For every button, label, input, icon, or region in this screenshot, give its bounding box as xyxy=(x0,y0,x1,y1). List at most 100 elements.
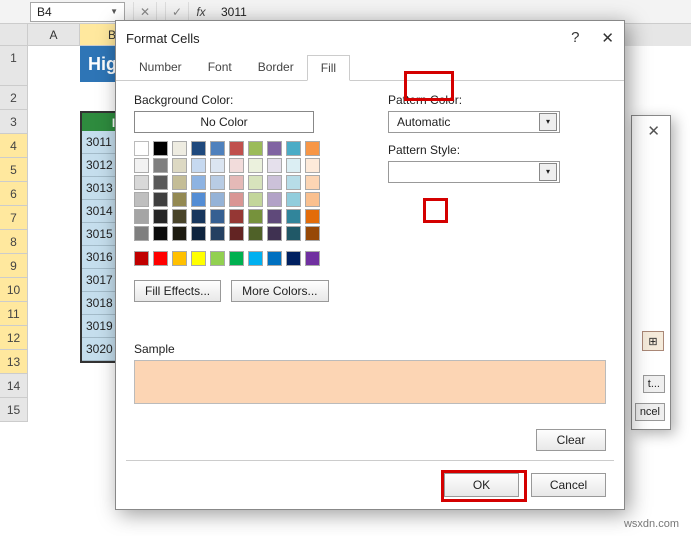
color-swatch[interactable] xyxy=(172,251,187,266)
color-swatch[interactable] xyxy=(134,226,149,241)
color-swatch[interactable] xyxy=(191,158,206,173)
color-swatch[interactable] xyxy=(172,192,187,207)
chevron-down-icon[interactable]: ▾ xyxy=(539,163,557,181)
color-swatch[interactable] xyxy=(286,209,301,224)
color-swatch[interactable] xyxy=(210,226,225,241)
color-swatch[interactable] xyxy=(248,192,263,207)
color-swatch[interactable] xyxy=(305,209,320,224)
color-swatch[interactable] xyxy=(229,141,244,156)
row-header-3[interactable]: 3 xyxy=(0,110,28,134)
color-swatch[interactable] xyxy=(191,226,206,241)
row-header-6[interactable]: 6 xyxy=(0,182,28,206)
color-swatch[interactable] xyxy=(210,209,225,224)
color-swatch[interactable] xyxy=(229,192,244,207)
color-swatch[interactable] xyxy=(286,141,301,156)
pattern-color-select[interactable]: Automatic ▾ xyxy=(388,111,560,133)
color-swatch[interactable] xyxy=(210,251,225,266)
color-swatch[interactable] xyxy=(153,209,168,224)
row-header-15[interactable]: 15 xyxy=(0,398,28,422)
color-swatch[interactable] xyxy=(191,251,206,266)
name-box[interactable]: B4 ▼ xyxy=(30,2,125,22)
range-selector-icon[interactable]: ⊞ xyxy=(642,331,664,351)
row-header-4[interactable]: 4 xyxy=(0,134,28,158)
row-header-13[interactable]: 13 xyxy=(0,350,28,374)
clear-button[interactable]: Clear xyxy=(536,429,606,451)
tab-fill[interactable]: Fill xyxy=(307,55,350,81)
color-swatch[interactable] xyxy=(267,141,282,156)
chevron-down-icon[interactable]: ▼ xyxy=(110,7,118,16)
pattern-style-select[interactable]: ▾ xyxy=(388,161,560,183)
close-icon[interactable]: ✕ xyxy=(647,122,660,140)
color-swatch[interactable] xyxy=(210,192,225,207)
row-header-9[interactable]: 9 xyxy=(0,254,28,278)
background-cancel-peek[interactable]: ncel xyxy=(635,403,665,421)
color-swatch[interactable] xyxy=(153,158,168,173)
color-swatch[interactable] xyxy=(305,226,320,241)
cancel-button[interactable]: Cancel xyxy=(531,473,606,497)
color-swatch[interactable] xyxy=(286,192,301,207)
color-swatch[interactable] xyxy=(134,251,149,266)
more-colors-button[interactable]: More Colors... xyxy=(231,280,328,302)
formula-value[interactable]: 3011 xyxy=(213,5,247,19)
color-swatch[interactable] xyxy=(172,158,187,173)
color-swatch[interactable] xyxy=(305,141,320,156)
row-header-5[interactable]: 5 xyxy=(0,158,28,182)
color-swatch[interactable] xyxy=(172,141,187,156)
color-swatch[interactable] xyxy=(172,209,187,224)
row-header-1[interactable]: 1 xyxy=(0,46,28,86)
color-swatch[interactable] xyxy=(172,175,187,190)
tab-number[interactable]: Number xyxy=(126,55,195,80)
color-swatch[interactable] xyxy=(267,175,282,190)
color-swatch[interactable] xyxy=(248,158,263,173)
color-swatch[interactable] xyxy=(134,158,149,173)
color-swatch[interactable] xyxy=(229,251,244,266)
color-swatch[interactable] xyxy=(134,209,149,224)
color-swatch[interactable] xyxy=(210,175,225,190)
row-header-12[interactable]: 12 xyxy=(0,326,28,350)
color-swatch[interactable] xyxy=(267,192,282,207)
color-swatch[interactable] xyxy=(248,209,263,224)
col-header-a[interactable]: A xyxy=(28,24,80,46)
color-swatch[interactable] xyxy=(191,192,206,207)
background-button-peek[interactable]: t... xyxy=(643,375,665,393)
color-swatch[interactable] xyxy=(305,192,320,207)
color-swatch[interactable] xyxy=(134,175,149,190)
color-swatch[interactable] xyxy=(153,226,168,241)
color-swatch[interactable] xyxy=(248,141,263,156)
color-swatch[interactable] xyxy=(248,251,263,266)
color-swatch[interactable] xyxy=(286,158,301,173)
color-swatch[interactable] xyxy=(210,141,225,156)
row-header-14[interactable]: 14 xyxy=(0,374,28,398)
row-header-11[interactable]: 11 xyxy=(0,302,28,326)
close-icon[interactable]: ✕ xyxy=(601,29,614,47)
help-icon[interactable]: ? xyxy=(571,29,579,47)
color-swatch[interactable] xyxy=(153,175,168,190)
color-swatch[interactable] xyxy=(191,209,206,224)
fill-effects-button[interactable]: Fill Effects... xyxy=(134,280,221,302)
row-header-2[interactable]: 2 xyxy=(0,86,28,110)
chevron-down-icon[interactable]: ▾ xyxy=(539,113,557,131)
color-swatch[interactable] xyxy=(267,158,282,173)
color-swatch[interactable] xyxy=(286,251,301,266)
color-swatch[interactable] xyxy=(305,251,320,266)
row-header-7[interactable]: 7 xyxy=(0,206,28,230)
ok-button[interactable]: OK xyxy=(444,473,519,497)
color-swatch[interactable] xyxy=(153,192,168,207)
color-swatch[interactable] xyxy=(229,226,244,241)
color-swatch[interactable] xyxy=(267,226,282,241)
color-swatch[interactable] xyxy=(305,158,320,173)
color-swatch[interactable] xyxy=(191,141,206,156)
color-swatch[interactable] xyxy=(210,158,225,173)
color-swatch[interactable] xyxy=(286,175,301,190)
row-header-10[interactable]: 10 xyxy=(0,278,28,302)
color-swatch[interactable] xyxy=(248,175,263,190)
color-swatch[interactable] xyxy=(134,192,149,207)
color-swatch[interactable] xyxy=(153,141,168,156)
color-swatch[interactable] xyxy=(191,175,206,190)
color-swatch[interactable] xyxy=(229,209,244,224)
color-swatch[interactable] xyxy=(286,226,301,241)
color-swatch[interactable] xyxy=(267,209,282,224)
color-swatch[interactable] xyxy=(267,251,282,266)
color-swatch[interactable] xyxy=(172,226,187,241)
color-swatch[interactable] xyxy=(229,158,244,173)
